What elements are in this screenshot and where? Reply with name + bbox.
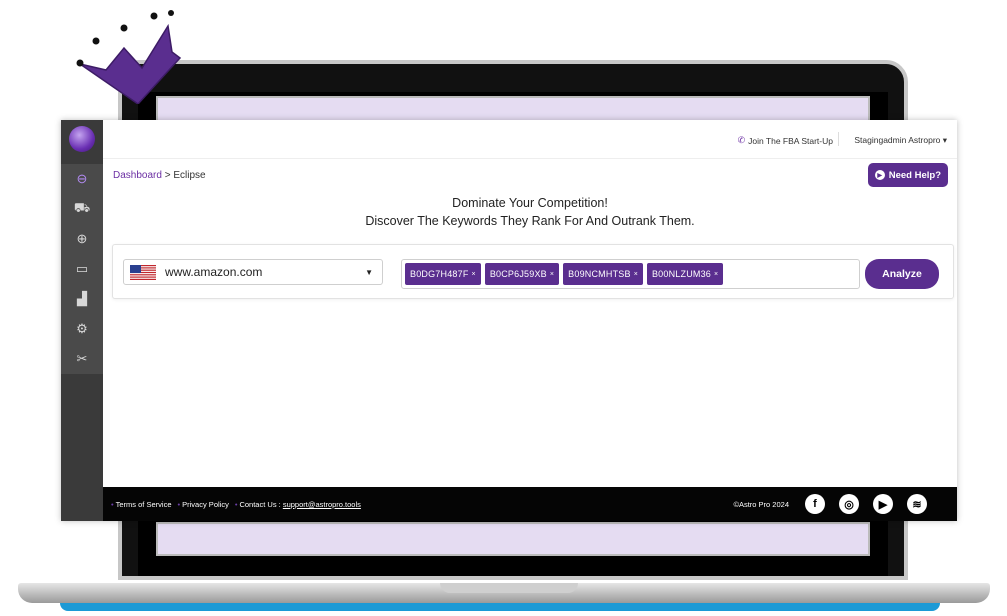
user-menu[interactable]: Stagingadmin Astropro ▾ — [854, 135, 947, 146]
sidebar-item-chart[interactable]: ▟ — [61, 284, 103, 314]
magnify-icon: ⊕ — [76, 231, 88, 246]
breadcrumb-dashboard[interactable]: Dashboard — [113, 170, 162, 181]
asin-chip: B00NLZUM36 × — [646, 263, 724, 285]
instagram-icon[interactable]: ◎ — [839, 494, 859, 514]
asin-chip: B0CP6J59XB × — [484, 263, 560, 285]
asin-chip-label: B00NLZUM36 — [651, 269, 712, 279]
bullet-icon: • — [234, 500, 238, 509]
marketplace-select[interactable]: www.amazon.com ▼ — [123, 259, 383, 285]
headline-line-1: Dominate Your Competition! — [452, 196, 608, 210]
need-help-label: Need Help? — [888, 169, 941, 181]
close-icon[interactable]: × — [550, 271, 554, 278]
privacy-label: Privacy Policy — [182, 500, 229, 509]
footer: • Terms of Service • Privacy Policy • Conta… — [103, 487, 957, 521]
asin-chip-label: B09NCMHTSB — [568, 269, 631, 279]
asin-input[interactable]: B0DG7H487F × B0CP6J59XB × B09NCMHTSB × B00N… — [401, 259, 860, 289]
asin-chip: B09NCMHTSB × — [563, 263, 643, 285]
window-icon: ▭ — [75, 261, 89, 276]
topbar-divider — [838, 132, 839, 146]
terms-link[interactable]: • Terms of Service — [111, 500, 172, 509]
app-logo[interactable] — [69, 126, 95, 152]
asin-chip: B0DG7H487F × — [405, 263, 481, 285]
top-bar: ✆ Join The FBA Start-Up Stagingadmin Ast… — [103, 120, 957, 159]
crown-icon — [76, 10, 182, 104]
terms-label: Terms of Service — [115, 500, 172, 509]
cogs-icon: ⚙ — [76, 321, 88, 336]
breadcrumb-separator: > — [164, 170, 171, 181]
laptop-base-shadow — [60, 603, 940, 611]
youtube-icon[interactable]: ▶ — [873, 494, 893, 514]
sidebar-item-magnify[interactable]: ⊕ — [61, 224, 103, 254]
breadcrumb: Dashboard > Eclipse — [113, 170, 206, 181]
breadcrumb-current: Eclipse — [173, 170, 206, 181]
need-help-button[interactable]: ▶ Need Help? — [867, 163, 948, 187]
close-icon[interactable]: × — [472, 271, 476, 278]
contact-prefix: Contact Us : — [239, 500, 281, 509]
contact-email-link[interactable]: support@astropro.tools — [283, 500, 361, 509]
us-flag-icon — [130, 264, 156, 280]
facebook-icon[interactable]: f — [805, 494, 825, 514]
page-headline: Dominate Your Competition! Discover The … — [103, 194, 957, 230]
laptop-notch — [440, 583, 578, 593]
bullet-icon: • — [177, 500, 181, 509]
close-icon[interactable]: × — [714, 271, 718, 278]
cart-icon: ⛟ — [73, 200, 91, 215]
marketplace-value: www.amazon.com — [165, 265, 263, 279]
phone-icon: ✆ — [737, 135, 746, 145]
chevron-down-icon: ▼ — [365, 268, 373, 277]
join-fba-label: Join The FBA Start-Up — [748, 135, 833, 146]
app-window: ⊖ ⛟ ⊕ ▭ ▟ ⚙ ✂ ✆ Join The FBA Start-Up St… — [61, 120, 957, 521]
social-links: f ◎ ▶ ≋ — [805, 494, 927, 514]
asin-chip-label: B0CP6J59XB — [489, 269, 547, 279]
spotify-icon[interactable]: ≋ — [907, 494, 927, 514]
sidebar-item-cogs[interactable]: ⚙ — [61, 314, 103, 344]
privacy-link[interactable]: • Privacy Policy — [178, 500, 229, 509]
contact-info: • Contact Us : support@astropro.tools — [235, 500, 361, 509]
sidebar-menu: ⊖ ⛟ ⊕ ▭ ▟ ⚙ ✂ — [61, 164, 103, 374]
close-icon[interactable]: × — [634, 271, 638, 278]
sidebar-item-window[interactable]: ▭ — [61, 254, 103, 284]
sidebar-item-eclipse[interactable]: ⊖ — [61, 164, 103, 194]
sidebar-item-cart[interactable]: ⛟ — [61, 194, 103, 224]
play-icon: ▶ — [874, 170, 885, 180]
headline-line-2: Discover The Keywords They Rank For And … — [365, 214, 695, 228]
footer-links: • Terms of Service • Privacy Policy • Conta… — [111, 500, 361, 509]
screen-band-bottom — [156, 522, 870, 556]
eclipse-icon: ⊖ — [76, 171, 88, 186]
tools-icon: ✂ — [76, 351, 88, 366]
chart-icon: ▟ — [77, 291, 87, 306]
bullet-icon: • — [111, 500, 114, 509]
asin-chip-label: B0DG7H487F — [410, 269, 469, 279]
laptop-base — [18, 583, 990, 603]
join-fba-link[interactable]: ✆ Join The FBA Start-Up — [738, 135, 833, 146]
sidebar: ⊖ ⛟ ⊕ ▭ ▟ ⚙ ✂ — [61, 120, 103, 521]
search-card: www.amazon.com ▼ B0DG7H487F × B0CP6J59XB ×… — [112, 244, 954, 299]
copyright: ©Astro Pro 2024 — [733, 500, 789, 509]
analyze-button[interactable]: Analyze — [865, 259, 939, 289]
sidebar-item-tools[interactable]: ✂ — [61, 344, 103, 374]
